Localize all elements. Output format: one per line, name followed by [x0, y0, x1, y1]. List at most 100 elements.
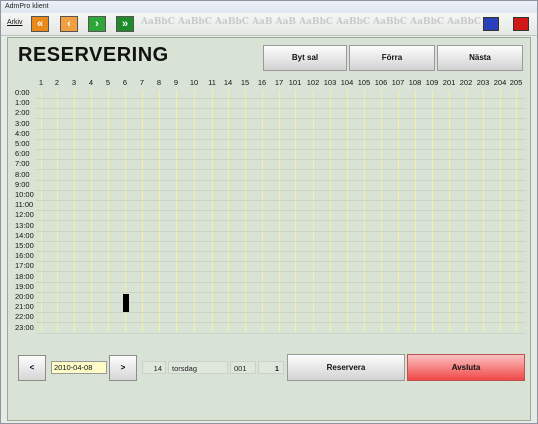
column-header: 11 — [208, 78, 216, 87]
row-divider — [36, 159, 526, 161]
row-divider — [36, 98, 526, 99]
column-header: 103 — [323, 78, 337, 87]
time-label: 20:00 — [15, 292, 34, 301]
column-header: 1 — [38, 78, 44, 87]
time-label: 1:00 — [15, 98, 30, 108]
menu-arkiv[interactable]: Arkiv — [7, 19, 23, 26]
row-divider — [36, 149, 526, 150]
column-header: 101 — [288, 78, 302, 87]
avsluta-button[interactable]: Avsluta — [407, 354, 525, 381]
column-header: 9 — [173, 78, 179, 87]
column-header: 106 — [374, 78, 388, 87]
last-button[interactable]: » — [116, 16, 134, 32]
row-divider — [36, 332, 526, 334]
column-header: 201 — [442, 78, 456, 87]
room-number: 001 — [230, 361, 256, 374]
window-titlebar: AdmPro klient — [1, 1, 537, 13]
column-header: 204 — [493, 78, 507, 87]
time-label: 11:00 — [15, 200, 34, 210]
row-divider — [36, 261, 526, 263]
column-header: 203 — [476, 78, 490, 87]
row-divider — [36, 200, 526, 201]
row-divider — [36, 220, 526, 222]
row-divider — [36, 281, 526, 283]
time-label: 15:00 — [15, 241, 34, 250]
time-label: 23:00 — [15, 322, 34, 332]
byt-sal-button[interactable]: Byt sal — [263, 45, 347, 71]
time-label: 14:00 — [15, 230, 34, 240]
time-label: 10:00 — [15, 190, 34, 199]
time-label: 16:00 — [15, 251, 34, 261]
row-divider — [36, 189, 526, 191]
reservation-block[interactable] — [123, 294, 129, 312]
week-number: 14 — [142, 361, 166, 374]
next-day-button[interactable]: > — [109, 355, 137, 381]
column-header: 16 — [257, 78, 267, 87]
column-header: 4 — [88, 78, 94, 87]
column-header: 5 — [105, 78, 111, 87]
first-button[interactable]: « — [31, 16, 49, 32]
column-header: 109 — [425, 78, 439, 87]
forra-button[interactable]: Förra — [349, 45, 435, 71]
prev-day-button[interactable]: < — [18, 355, 46, 381]
row-divider — [36, 322, 526, 324]
time-label: 21:00 — [15, 302, 34, 312]
ghost-style-strip: AaBbC AaBbC AaBbC AaB AaB AaBbC AaBbC Aa… — [141, 17, 482, 27]
time-label: 7:00 — [15, 159, 30, 169]
time-label: 4:00 — [15, 128, 30, 138]
minimize-button[interactable] — [483, 17, 499, 31]
toolbar: Arkiv « ‹ › » AaBbC AaBbC AaBbC AaB AaB … — [1, 13, 537, 36]
reservation-panel: RESERVERING Byt sal Förra Nästa 1 2 3 4 5 6 7 8… — [7, 37, 531, 421]
app-window: AdmPro klient Arkiv « ‹ › » AaBbC AaBbC … — [0, 0, 538, 424]
time-label: 6:00 — [15, 149, 30, 159]
time-label: 17:00 — [15, 261, 34, 271]
column-header: 15 — [240, 78, 250, 87]
column-header: 104 — [340, 78, 354, 87]
column-header: 14 — [223, 78, 233, 87]
time-label: 2:00 — [15, 108, 30, 118]
column-header: 17 — [274, 78, 284, 87]
row-divider — [36, 128, 526, 130]
column-header: 105 — [357, 78, 371, 87]
row-divider — [36, 291, 526, 293]
time-label: 12:00 — [15, 210, 34, 220]
page-title: RESERVERING — [18, 44, 169, 66]
row-divider — [36, 230, 526, 232]
column-header: 3 — [71, 78, 77, 87]
row-divider — [36, 118, 526, 120]
date-field[interactable]: 2010-04-08 — [51, 361, 107, 374]
time-label: 3:00 — [15, 118, 30, 128]
weekday: torsdag — [168, 361, 228, 374]
row-divider — [36, 251, 526, 252]
column-header: 108 — [408, 78, 422, 87]
nasta-button[interactable]: Nästa — [437, 45, 523, 71]
reservation-count: 1 — [258, 361, 284, 374]
time-label: 13:00 — [15, 220, 34, 230]
time-label: 9:00 — [15, 179, 30, 189]
reservera-button[interactable]: Reservera — [287, 354, 405, 381]
column-header: 7 — [139, 78, 145, 87]
next-button[interactable]: › — [88, 16, 106, 32]
row-divider — [36, 271, 526, 273]
time-label: 18:00 — [15, 271, 34, 281]
time-label: 19:00 — [15, 281, 34, 291]
row-divider — [36, 210, 526, 212]
time-label: 22:00 — [15, 312, 34, 322]
column-header: 202 — [459, 78, 473, 87]
column-header: 102 — [306, 78, 320, 87]
row-divider — [36, 312, 526, 314]
column-header: 6 — [122, 78, 128, 87]
time-label: 8:00 — [15, 169, 30, 179]
column-header: 107 — [391, 78, 405, 87]
column-header: 10 — [189, 78, 199, 87]
row-divider — [36, 169, 526, 171]
close-button[interactable] — [513, 17, 529, 31]
row-divider — [36, 179, 526, 181]
row-divider — [36, 108, 526, 110]
column-header: 8 — [156, 78, 162, 87]
column-header: 2 — [54, 78, 60, 87]
row-divider — [36, 240, 526, 242]
time-label: 0:00 — [15, 88, 30, 97]
prev-button[interactable]: ‹ — [60, 16, 78, 32]
time-label: 5:00 — [15, 139, 30, 148]
